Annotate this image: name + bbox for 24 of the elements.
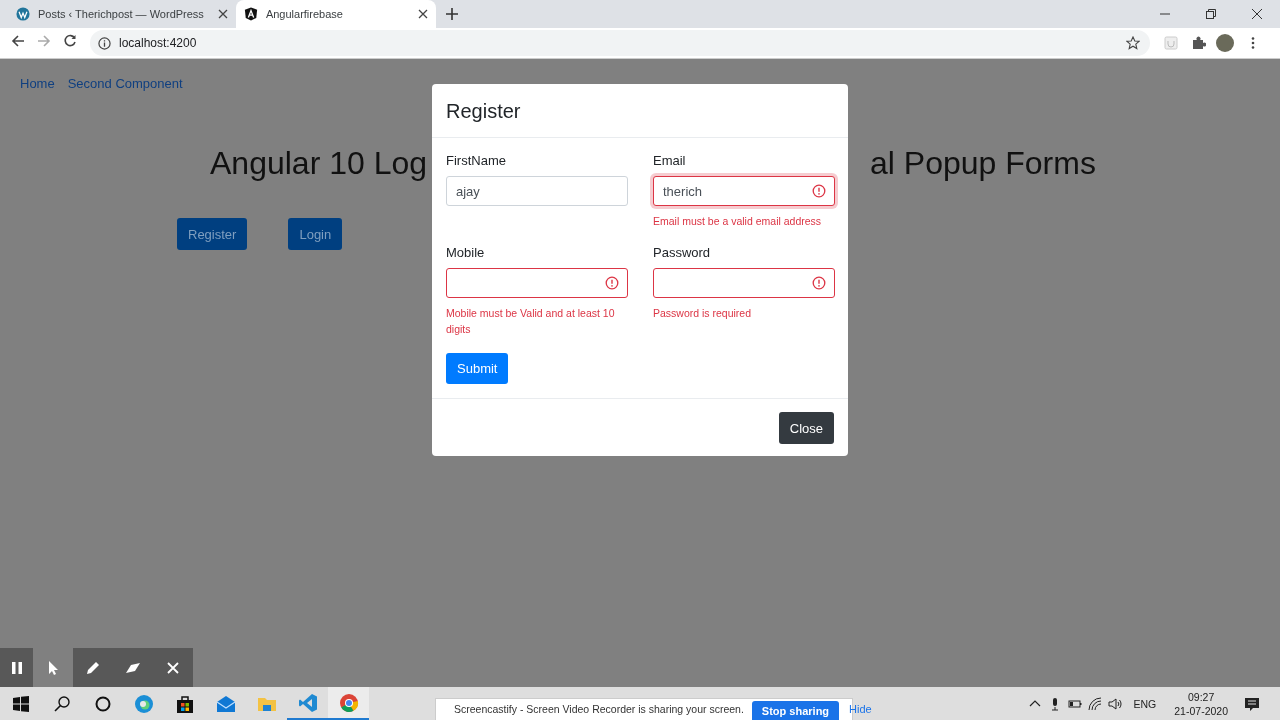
clock[interactable]: 09:27 21-07-2020 [1174, 689, 1228, 718]
dialog-title: Register [446, 100, 521, 122]
page-heading: al Popup Forms [870, 145, 1096, 182]
input-field[interactable]: ajay [446, 176, 628, 206]
submit-button[interactable]: Submit [446, 353, 509, 384]
input-field[interactable]: therich [653, 176, 835, 206]
browser-tab[interactable]: Angularfirebase [235, 0, 436, 28]
browser-tab[interactable]: Posts ‹ Therichpost — WordPress [8, 0, 236, 28]
stop-sharing-button[interactable]: Stop sharing [751, 701, 840, 720]
page-button[interactable]: Register [177, 218, 248, 250]
field-label: Mobile [446, 245, 486, 260]
sharing-message: Screencastify - Screen Video Recorder is sharing your screen. [454, 703, 744, 715]
field-label: FirstName [446, 153, 507, 168]
field-label: Email [653, 153, 687, 168]
language-indicator[interactable]: ENG [1133, 697, 1157, 710]
field-label: Password [653, 245, 712, 260]
page-heading: Angular 10 Log [210, 145, 429, 182]
error-message: Password is required [653, 306, 753, 321]
page-button[interactable]: Login [288, 218, 343, 250]
error-message: Mobile must be Valid and at least 10 digits [446, 306, 616, 337]
close-button[interactable]: Close [778, 412, 834, 444]
address-bar[interactable]: localhost:4200 [90, 30, 1150, 56]
error-message: Email must be a valid email address [653, 214, 823, 229]
url-text: localhost:4200 [119, 36, 197, 50]
